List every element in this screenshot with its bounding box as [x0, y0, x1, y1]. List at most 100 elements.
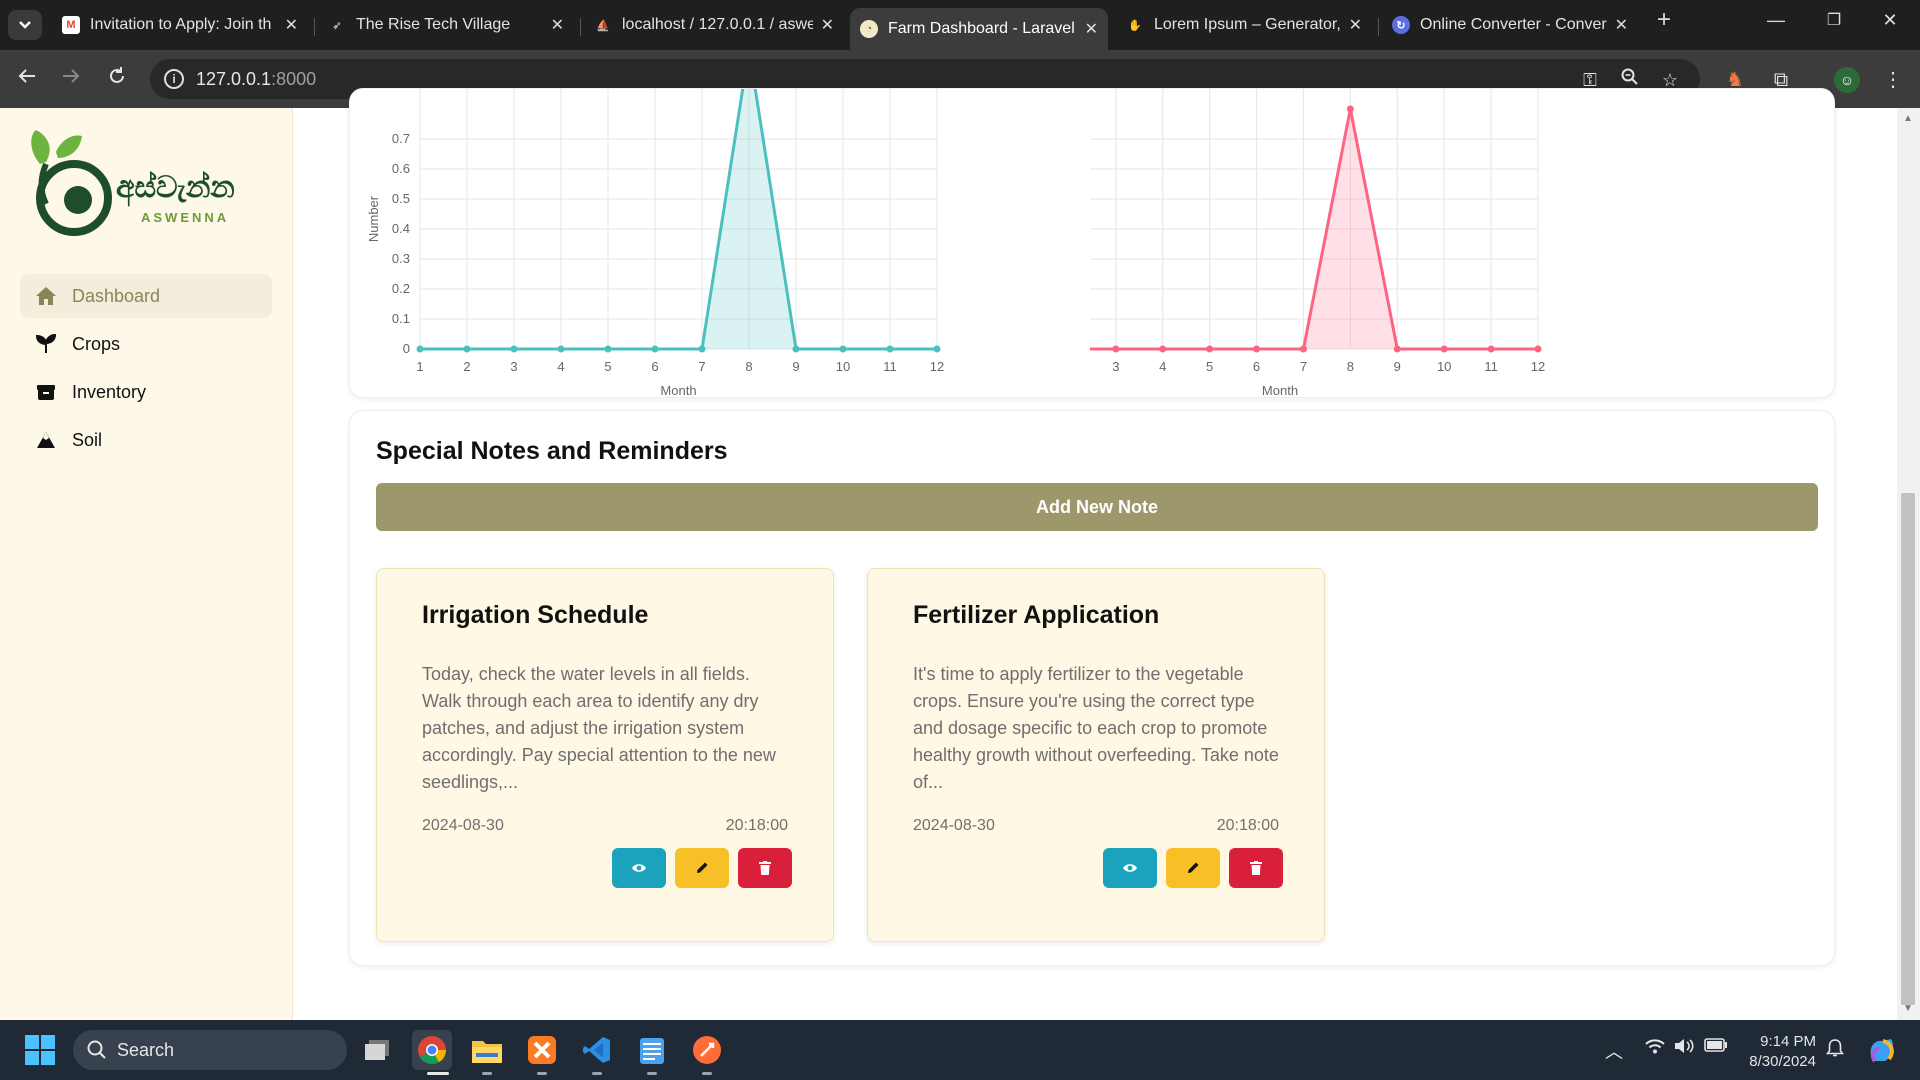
sidebar-item-label: Soil	[72, 429, 103, 450]
notification-bell-icon[interactable]	[1825, 1038, 1845, 1063]
logo-subtitle: ASWENNA	[141, 210, 230, 225]
app-indicator	[592, 1072, 602, 1075]
y-tick-label: 0.6	[392, 161, 410, 176]
note-title: Irrigation Schedule	[422, 601, 649, 629]
close-tab-icon[interactable]: ✕	[1085, 19, 1098, 39]
note-title: Fertilizer Application	[913, 601, 1160, 629]
sidebar-item-inventory[interactable]: Inventory	[20, 370, 272, 414]
close-window-button[interactable]: ✕	[1870, 10, 1910, 31]
battery-icon[interactable]	[1704, 1038, 1728, 1057]
browser-tab[interactable]: ⛵ localhost / 127.0.0.1 / aswe ✕	[584, 8, 844, 42]
site-info-icon[interactable]: i	[164, 69, 184, 89]
data-point	[1253, 345, 1261, 353]
taskbar-search[interactable]: Search	[73, 1030, 347, 1070]
sidebar-item-dashboard[interactable]: Dashboard	[20, 274, 272, 318]
close-tab-icon[interactable]: ✕	[285, 15, 298, 35]
copilot-icon	[1870, 1039, 1894, 1063]
view-note-button[interactable]	[612, 848, 666, 888]
volume-icon[interactable]	[1674, 1038, 1694, 1059]
minimize-button[interactable]: —	[1756, 10, 1796, 31]
y-tick-label: 0	[403, 341, 410, 356]
arrow-right-icon	[63, 69, 80, 83]
x-tick-label: 12	[930, 359, 944, 374]
task-view-icon	[365, 1040, 389, 1060]
data-point	[792, 345, 800, 353]
scroll-down-arrow[interactable]: ▼	[1901, 1002, 1915, 1016]
postman-button[interactable]	[687, 1030, 727, 1070]
sidebar-item-crops[interactable]: Crops	[20, 322, 272, 366]
browser-tab[interactable]: ✋ Lorem Ipsum – Generator, ✕	[1116, 8, 1372, 42]
clock-time: 9:14 PM	[1760, 1033, 1816, 1050]
logo[interactable]: අස්වැන්න ASWENNA	[26, 128, 256, 238]
data-point	[1299, 345, 1307, 353]
mountain-icon	[34, 429, 58, 451]
tab-separator	[1378, 18, 1379, 36]
vscode-button[interactable]	[577, 1030, 617, 1070]
edit-note-button[interactable]	[1166, 848, 1220, 888]
browser-tab-active[interactable]: ◔ Farm Dashboard - Laravel ✕	[850, 8, 1108, 50]
task-view-button[interactable]	[357, 1030, 397, 1070]
close-tab-icon[interactable]: ✕	[1615, 15, 1628, 35]
x-tick-label: 9	[1394, 359, 1401, 374]
chevron-down-icon	[19, 21, 31, 29]
x-axis-label: Month	[660, 383, 696, 398]
chrome-taskbar-button[interactable]	[412, 1030, 452, 1070]
box-icon	[34, 381, 58, 403]
gmail-icon: M	[62, 16, 80, 34]
windows-icon	[25, 1035, 55, 1065]
system-clock[interactable]: 9:14 PM 8/30/2024	[1740, 1032, 1816, 1072]
scroll-up-arrow[interactable]: ▲	[1901, 112, 1915, 126]
new-tab-button[interactable]: +	[1644, 6, 1684, 34]
browser-tab[interactable]: ↻ Online Converter - Convert ✕	[1382, 8, 1638, 42]
view-note-button[interactable]	[1103, 848, 1157, 888]
browser-tab[interactable]: M Invitation to Apply: Join th ✕	[52, 8, 308, 42]
chevron-up-icon[interactable]: ︿	[1605, 1038, 1623, 1064]
reload-button[interactable]	[102, 64, 132, 94]
trash-icon	[1250, 861, 1262, 875]
x-tick-label: 10	[1437, 359, 1451, 374]
copilot-button[interactable]	[1862, 1030, 1902, 1070]
note-body: Today, check the water levels in all fie…	[422, 664, 776, 792]
profile-avatar[interactable]: ☺	[1834, 67, 1860, 93]
wifi-icon[interactable]	[1645, 1038, 1665, 1059]
reload-icon	[110, 67, 124, 83]
x-tick-label: 6	[651, 359, 658, 374]
edit-note-button[interactable]	[675, 848, 729, 888]
y-tick-label: 0.7	[392, 131, 410, 146]
x-tick-label: 5	[1206, 359, 1213, 374]
tab-title: Lorem Ipsum – Generator,	[1154, 16, 1341, 33]
back-button[interactable]	[12, 64, 42, 94]
note-card: Fertilizer Application It's time to appl…	[867, 568, 1325, 942]
file-explorer-button[interactable]	[467, 1030, 507, 1070]
close-tab-icon[interactable]: ✕	[821, 15, 834, 35]
start-button[interactable]	[20, 1030, 60, 1070]
data-point	[1206, 345, 1214, 353]
browser-tab[interactable]: ➶ The Rise Tech Village ✕	[318, 8, 574, 42]
data-point	[698, 345, 706, 353]
browser-menu-icon[interactable]: ⋮	[1880, 67, 1906, 93]
x-tick-label: 4	[1159, 359, 1166, 374]
xampp-button[interactable]	[522, 1030, 562, 1070]
scrollbar-thumb[interactable]	[1901, 493, 1915, 1005]
close-tab-icon[interactable]: ✕	[551, 15, 564, 35]
close-tab-icon[interactable]: ✕	[1349, 15, 1362, 35]
data-point	[1346, 105, 1354, 113]
restore-button[interactable]: ❐	[1814, 10, 1854, 30]
x-tick-label: 3	[1112, 359, 1119, 374]
x-tick-label: 8	[1347, 359, 1354, 374]
delete-note-button[interactable]	[1229, 848, 1283, 888]
sidebar-item-label: Dashboard	[72, 285, 161, 306]
data-point	[604, 345, 612, 353]
sidebar-item-soil[interactable]: Soil	[20, 418, 272, 462]
page-content: අස්වැන්න ASWENNA Dashboard Crops Invento…	[0, 88, 1920, 1020]
add-note-button[interactable]: Add New Note	[376, 483, 1818, 531]
notepad-button[interactable]	[632, 1030, 672, 1070]
delete-note-button[interactable]	[738, 848, 792, 888]
url-text[interactable]: 127.0.0.1:8000	[196, 69, 316, 90]
x-tick-label: 5	[604, 359, 611, 374]
logo-text: අස්වැන්න	[116, 170, 235, 205]
arrow-left-icon	[18, 69, 35, 83]
tab-search-button[interactable]	[8, 10, 42, 40]
forward-button[interactable]	[56, 64, 86, 94]
note-body: It's time to apply fertilizer to the veg…	[913, 664, 1279, 792]
